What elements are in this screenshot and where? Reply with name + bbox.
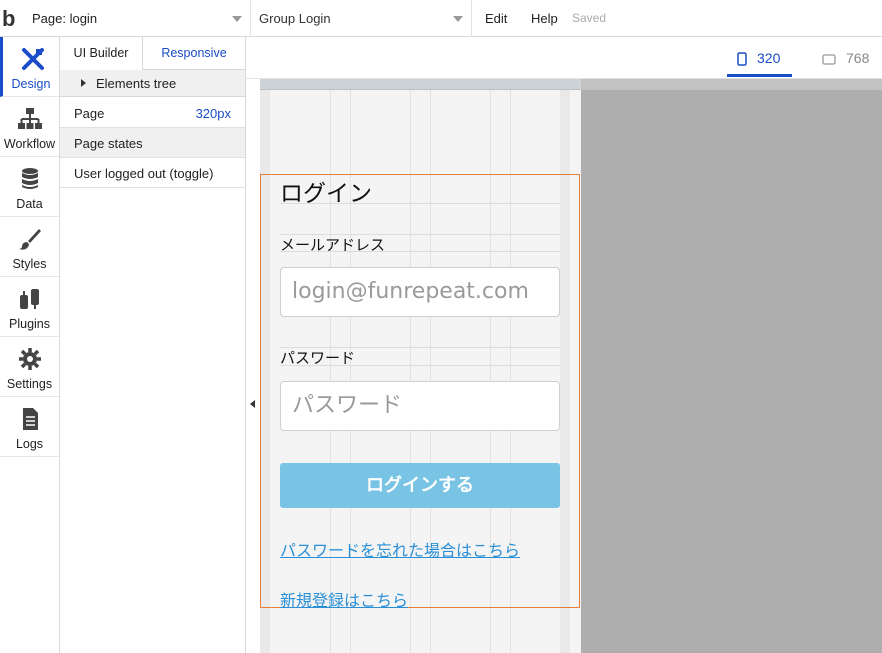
- sidebar-item-label: Logs: [15, 437, 44, 451]
- page-width-label: Page: [74, 106, 105, 121]
- left-sidebar: Design Workflow Data Styles Plugins Sett…: [0, 37, 60, 653]
- outside-page-area: [581, 79, 882, 653]
- group-select-label: Group Login: [259, 11, 331, 26]
- elements-tree-label: Elements tree: [96, 76, 177, 91]
- group-select[interactable]: Group Login: [251, 0, 472, 37]
- page-width-value[interactable]: 320px: [196, 106, 231, 121]
- email-label[interactable]: メールアドレス: [280, 234, 385, 255]
- sidebar-item-label: Styles: [12, 257, 47, 271]
- sidebar-item-data[interactable]: Data: [0, 157, 59, 217]
- page-states-header: Page states: [60, 128, 245, 158]
- breakpoint-320-label: 320: [757, 50, 781, 66]
- email-input[interactable]: login@funrepeat.com: [280, 267, 560, 317]
- mobile-icon: [737, 52, 747, 67]
- gear-icon: [19, 348, 41, 370]
- signup-link[interactable]: 新規登録はこちら: [280, 587, 408, 611]
- help-menu[interactable]: Help: [531, 0, 558, 37]
- editor-canvas: 320 768 ログイン メールアドレス login@funrepeat.com…: [246, 37, 882, 653]
- horizontal-ruler: [260, 79, 581, 90]
- tab-responsive[interactable]: Responsive: [143, 37, 245, 70]
- sidebar-item-label: Data: [16, 197, 43, 211]
- design-icon: [22, 48, 44, 70]
- sidebar-item-label: Workflow: [3, 137, 56, 151]
- forgot-password-link[interactable]: パスワードを忘れた場合はこちら: [280, 537, 520, 561]
- page-select-label: Page: login: [32, 11, 98, 26]
- login-button[interactable]: ログインする: [280, 463, 560, 508]
- ruler-extension: [581, 79, 882, 90]
- chevron-down-icon: [232, 16, 242, 22]
- sidebar-item-logs[interactable]: Logs: [0, 397, 59, 457]
- breakpoint-bar: 320 768: [246, 37, 882, 79]
- sidebar-item-styles[interactable]: Styles: [0, 217, 59, 277]
- sidebar-item-label: Settings: [6, 377, 53, 391]
- breakpoint-768-label: 768: [846, 50, 870, 66]
- tablet-icon: [822, 54, 836, 65]
- brush-icon: [19, 229, 41, 250]
- sidebar-item-design[interactable]: Design: [0, 37, 59, 97]
- sidebar-item-plugins[interactable]: Plugins: [0, 277, 59, 337]
- collapse-panel-icon[interactable]: [250, 400, 255, 408]
- sidebar-item-label: Plugins: [9, 317, 50, 331]
- properties-panel: UI Builder Responsive Elements tree Page…: [60, 37, 246, 653]
- top-bar: b Page: login Group Login Edit Help Save…: [0, 0, 882, 37]
- page-state-item[interactable]: User logged out (toggle): [60, 158, 245, 188]
- page-width-row[interactable]: Page 320px: [60, 98, 245, 128]
- password-label[interactable]: パスワード: [280, 347, 355, 368]
- bubble-logo[interactable]: b: [0, 0, 24, 37]
- breakpoint-320[interactable]: 320: [727, 37, 792, 77]
- save-status: Saved: [572, 11, 607, 25]
- sidebar-item-label: Design: [11, 77, 51, 91]
- caret-right-icon: [81, 79, 86, 87]
- plug-icon: [20, 289, 39, 309]
- tab-ui-builder[interactable]: UI Builder: [60, 37, 143, 70]
- database-icon: [22, 168, 38, 189]
- page-states-label: Page states: [74, 136, 143, 151]
- page-state-label: User logged out (toggle): [74, 166, 214, 181]
- page-select[interactable]: Page: login: [24, 0, 251, 37]
- elements-tree-toggle[interactable]: Elements tree: [60, 70, 245, 97]
- workflow-icon: [18, 108, 42, 129]
- password-input[interactable]: パスワード: [280, 381, 560, 431]
- sidebar-item-settings[interactable]: Settings: [0, 337, 59, 397]
- edit-menu[interactable]: Edit: [485, 0, 507, 37]
- chevron-down-icon: [453, 16, 463, 22]
- login-title[interactable]: ログイン: [280, 174, 372, 208]
- breakpoint-768[interactable]: 768: [812, 37, 872, 77]
- document-icon: [23, 408, 38, 430]
- sidebar-item-workflow[interactable]: Workflow: [0, 97, 59, 157]
- panel-tabs: UI Builder Responsive: [60, 37, 245, 70]
